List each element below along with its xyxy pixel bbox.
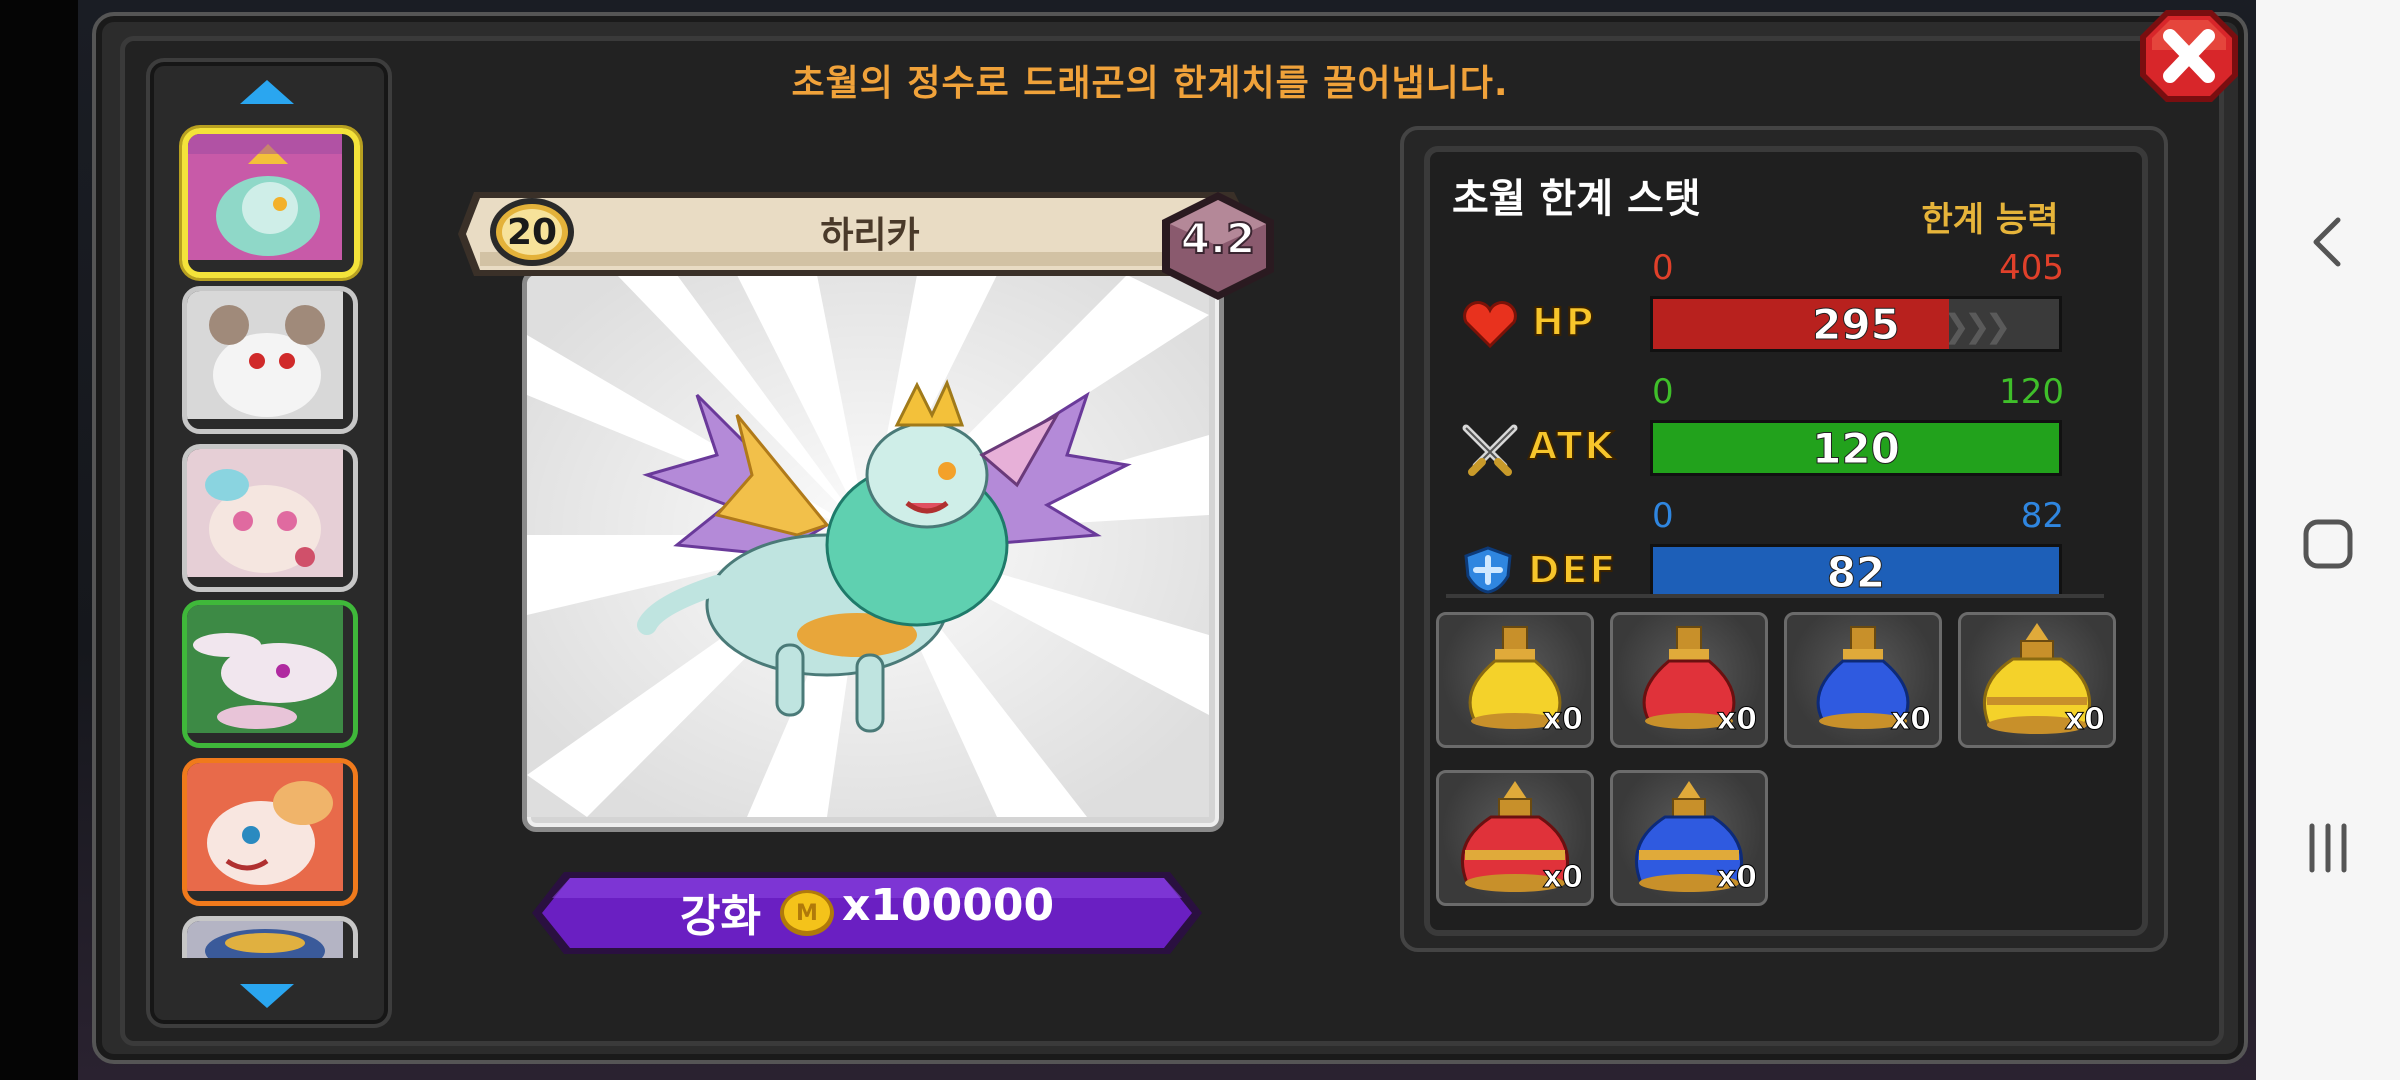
item-slot-blue-potion[interactable]: x0 <box>1784 612 1942 748</box>
item-slot-yellow-potion[interactable]: x0 <box>1436 612 1594 748</box>
item-qty: x0 <box>1890 702 1931 738</box>
close-button[interactable] <box>2136 6 2242 106</box>
crossed-swords-icon <box>1458 422 1522 478</box>
dragon-name: 하리카 <box>820 215 920 256</box>
dragon-grade: 4.2 <box>1180 213 1256 264</box>
enhance-label: 강화 <box>680 891 761 942</box>
atk-value: 120 <box>1812 423 1901 473</box>
limit-ability-title: 한계 능력 <box>1921 200 2059 240</box>
scroll-down-button[interactable] <box>232 974 302 1014</box>
item-qty: x0 <box>1716 860 1757 896</box>
coin-icon: M <box>778 888 836 938</box>
back-nav-button[interactable] <box>2296 210 2360 274</box>
def-value: 82 <box>1826 547 1886 594</box>
atk-bar: 120 <box>1650 420 2062 476</box>
dragon-portrait <box>522 270 1224 832</box>
def-row-clip: 82 <box>1446 540 2106 594</box>
stat-panel-title: 초월 한계 스탯 <box>1452 176 1701 222</box>
atk-label: ATK <box>1527 423 1616 469</box>
recents-nav-button[interactable] <box>2296 816 2360 880</box>
home-nav-icon <box>2303 519 2353 569</box>
item-slot-red-potion[interactable]: x0 <box>1610 612 1768 748</box>
home-nav-button[interactable] <box>2296 512 2360 576</box>
dragon-list-item-orange[interactable] <box>182 758 358 906</box>
dragon-list[interactable] <box>166 116 366 958</box>
up-arrow-icon <box>240 80 294 104</box>
item-slot-blue-potion-large[interactable]: x0 <box>1610 770 1768 906</box>
dragon-list-item-partial[interactable] <box>182 916 358 958</box>
item-qty: x0 <box>1716 702 1757 738</box>
close-icon <box>2140 10 2238 102</box>
dragon-list-item-harika[interactable] <box>182 128 360 278</box>
dragon-list-item-white-horned[interactable] <box>182 286 358 434</box>
heart-icon <box>1460 300 1520 350</box>
dragon-list-item-green-rabbit[interactable] <box>182 600 358 748</box>
def-bar: 82 <box>1650 544 2062 594</box>
hp-label: HP <box>1531 299 1596 345</box>
hp-min: 0 <box>1652 248 1674 288</box>
atk-min: 0 <box>1652 372 1674 412</box>
item-qty: x0 <box>2064 702 2105 738</box>
screen-edge <box>0 0 78 1080</box>
banner-text: 초월의 정수로 드래곤의 한계치를 끌어냅니다. <box>791 63 1509 104</box>
dragon-portrait-image <box>527 275 1209 817</box>
atk-max: 120 <box>1999 372 2064 412</box>
dragon-list-item-pastel[interactable] <box>182 444 358 592</box>
item-qty: x0 <box>1542 702 1583 738</box>
def-min: 0 <box>1652 496 1674 536</box>
scroll-up-button[interactable] <box>232 74 302 114</box>
recents-nav-icon <box>2309 823 2347 873</box>
hp-max: 405 <box>1999 248 2064 288</box>
def-max: 82 <box>2020 496 2064 536</box>
stat-divider <box>1446 594 2104 598</box>
coin-symbol: M <box>796 901 818 926</box>
back-nav-icon <box>2313 217 2341 267</box>
dragon-level: 20 <box>506 211 558 253</box>
hp-bar: ❯❯❯ 295 <box>1650 296 2062 352</box>
item-slot-red-potion-large[interactable]: x0 <box>1436 770 1594 906</box>
hp-value: 295 <box>1812 299 1901 349</box>
down-arrow-icon <box>240 984 294 1008</box>
item-slot-yellow-potion-large[interactable]: x0 <box>1958 612 2116 748</box>
enhance-cost: x100000 <box>842 880 1055 931</box>
item-qty: x0 <box>1542 860 1583 896</box>
